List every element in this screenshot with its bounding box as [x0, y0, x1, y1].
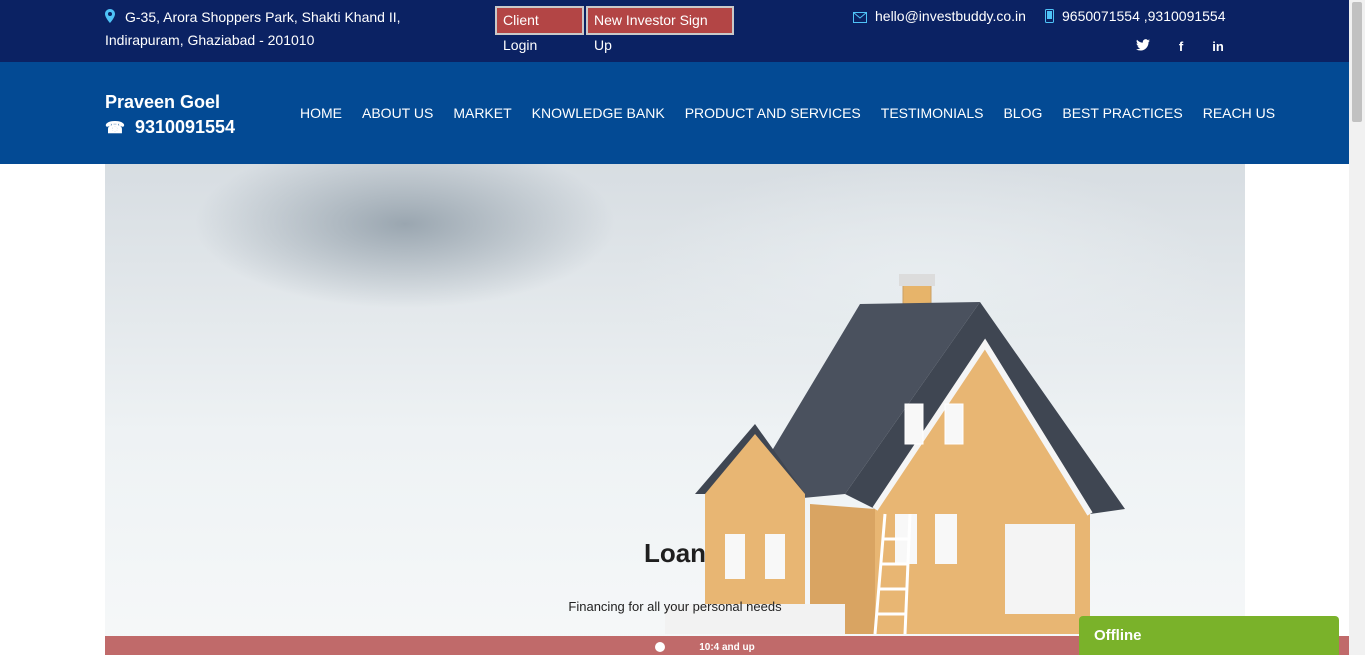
nav-item-product-and-services[interactable]: PRODUCT AND SERVICES	[675, 102, 871, 124]
page-scrollbar[interactable]	[1349, 0, 1365, 655]
brand-phone-number: 9310091554	[134, 117, 236, 137]
email-contact[interactable]: hello@investbuddy.co.in	[853, 8, 1026, 26]
scrollbar-thumb[interactable]	[1352, 2, 1362, 122]
envelope-icon	[853, 10, 867, 26]
house-illustration	[665, 274, 1125, 635]
client-login-button[interactable]: Client Login	[495, 6, 584, 53]
brand-name: Praveen Goel	[105, 92, 221, 112]
hero-slider: Loan Financing for all your personal nee…	[105, 164, 1245, 655]
nav-item-testimonials[interactable]: TESTIMONIALS	[871, 102, 994, 124]
address: G-35, Arora Shoppers Park, Shakti Khand …	[105, 6, 400, 52]
slider-dot[interactable]	[655, 642, 665, 652]
main-navbar: Praveen Goel ☎ 9310091554 HOME ABOUT US M…	[0, 62, 1349, 164]
slide-title: Loan	[643, 538, 707, 568]
telephone-icon: ☎	[105, 120, 125, 137]
nav-item-knowledge-bank[interactable]: KNOWLEDGE BANK	[522, 102, 675, 124]
nav-item-blog[interactable]: BLOG	[993, 102, 1052, 124]
top-bar: G-35, Arora Shoppers Park, Shakti Khand …	[0, 0, 1349, 62]
mobile-phone-icon	[1045, 9, 1054, 26]
nav-item-about-us[interactable]: ABOUT US	[352, 102, 443, 124]
phone-numbers-text: 9650071554 ,9310091554	[1062, 8, 1226, 24]
address-line-1: G-35, Arora Shoppers Park, Shakti Khand …	[125, 9, 401, 25]
nav-item-reach-us[interactable]: REACH US	[1193, 102, 1285, 124]
map-pin-icon	[105, 7, 115, 23]
nav-item-home[interactable]: HOME	[290, 102, 352, 124]
twitter-icon[interactable]	[1134, 38, 1152, 56]
phone-contact[interactable]: 9650071554 ,9310091554	[1045, 8, 1226, 26]
email-text: hello@investbuddy.co.in	[875, 8, 1026, 24]
slide-subtitle: Financing for all your personal needs	[568, 599, 782, 614]
live-chat-widget[interactable]: Offline	[1079, 616, 1339, 655]
facebook-icon[interactable]: f	[1172, 38, 1190, 56]
address-line-2: Indirapuram, Ghaziabad - 201010	[105, 32, 315, 48]
nav-item-market[interactable]: MARKET	[443, 102, 521, 124]
nav-item-best-practices[interactable]: BEST PRACTICES	[1052, 102, 1192, 124]
brand-phone: ☎ 9310091554	[105, 117, 235, 138]
new-investor-signup-button[interactable]: New Investor Sign Up	[586, 6, 734, 53]
nav-menu: HOME ABOUT US MARKET KNOWLEDGE BANK PROD…	[290, 102, 1285, 124]
linkedin-icon[interactable]: in	[1209, 38, 1227, 56]
